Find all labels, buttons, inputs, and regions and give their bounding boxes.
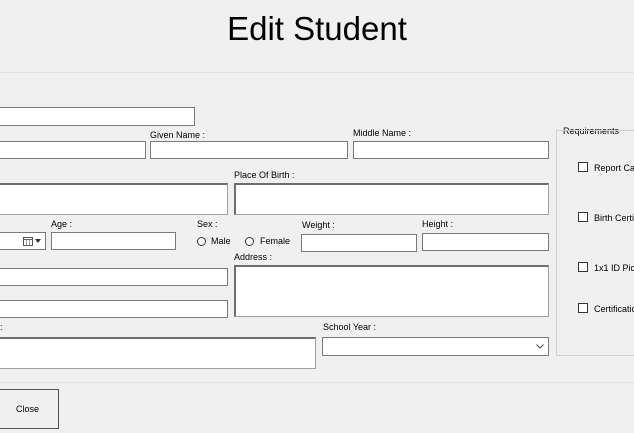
footer-divider [0, 382, 634, 383]
remarks-field[interactable] [0, 337, 316, 369]
male-radio[interactable] [197, 237, 206, 246]
contact-field[interactable] [0, 268, 228, 286]
id-picture-label[interactable]: 1x1 ID Pic [594, 263, 634, 273]
last-name-field[interactable] [0, 141, 146, 159]
age-field[interactable] [51, 232, 176, 250]
height-field[interactable] [422, 233, 549, 251]
weight-label: Weight : [302, 220, 335, 230]
place-of-birth-field[interactable] [234, 183, 549, 215]
guardian-field[interactable] [0, 300, 228, 318]
female-radio[interactable] [245, 237, 254, 246]
address-label: Address : [234, 252, 273, 262]
birth-date-area[interactable] [0, 183, 228, 215]
weight-field[interactable] [301, 234, 417, 252]
partial-label: : [0, 322, 3, 332]
place-of-birth-label: Place Of Birth : [234, 170, 295, 180]
report-card-label[interactable]: Report Ca [594, 163, 634, 173]
date-picker[interactable] [0, 232, 46, 250]
middle-name-field[interactable] [353, 141, 549, 159]
page-title: Edit Student [227, 10, 407, 47]
school-year-label: School Year : [323, 322, 377, 332]
birth-certificate-label[interactable]: Birth Certif [594, 213, 634, 223]
address-field[interactable] [234, 265, 549, 317]
close-button[interactable]: Close [0, 389, 59, 429]
age-label: Age : [51, 219, 73, 229]
middle-name-label: Middle Name : [353, 128, 412, 138]
close-button-label: Close [15, 404, 39, 414]
birth-certificate-checkbox[interactable] [578, 212, 588, 222]
school-year-select[interactable] [322, 337, 549, 356]
date-dropdown-icon[interactable] [35, 239, 41, 243]
certification-label[interactable]: Certificatio [594, 304, 634, 314]
given-name-field[interactable] [150, 141, 348, 159]
header-divider [0, 72, 634, 73]
report-card-checkbox[interactable] [578, 162, 588, 172]
chevron-down-icon[interactable] [536, 344, 544, 349]
calendar-icon[interactable] [23, 237, 33, 246]
sex-label: Sex : [197, 219, 218, 229]
height-label: Height : [422, 219, 454, 229]
female-label[interactable]: Female [260, 236, 290, 246]
male-label[interactable]: Male [211, 236, 231, 246]
given-name-label: Given Name : [150, 130, 206, 140]
certification-checkbox[interactable] [578, 303, 588, 313]
id-picture-checkbox[interactable] [578, 262, 588, 272]
student-id-field[interactable] [0, 107, 195, 126]
